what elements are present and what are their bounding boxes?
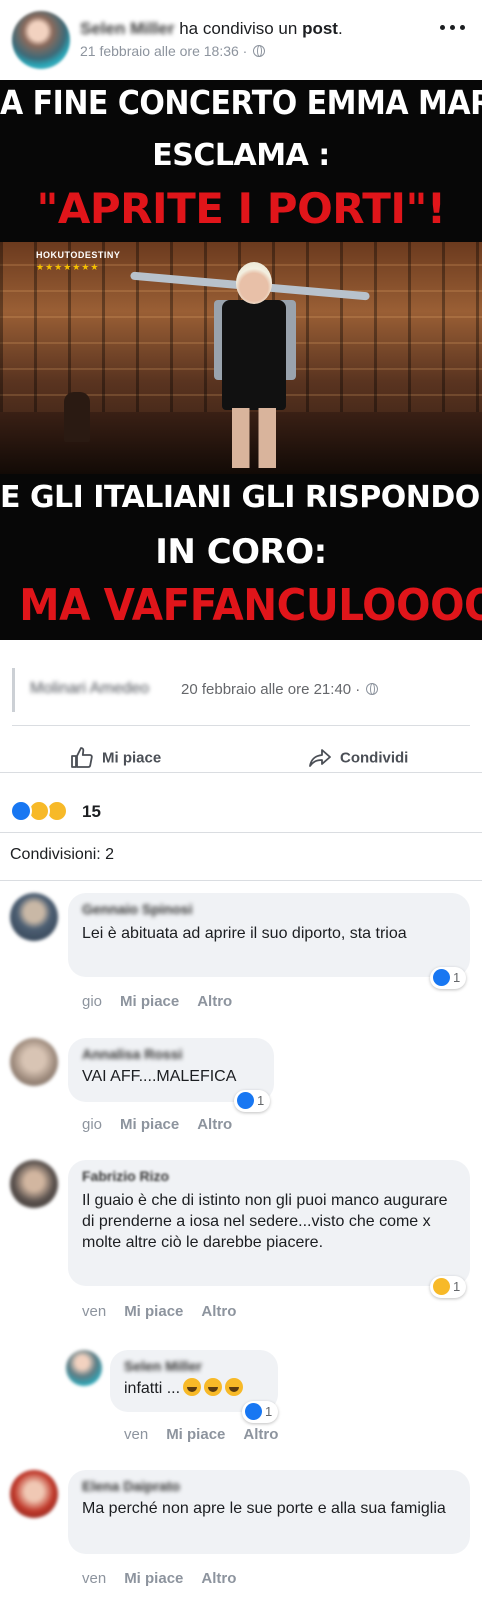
comment-reactions[interactable]: 1 — [430, 967, 467, 989]
reaction-count: 15 — [82, 802, 101, 821]
post-header-text: Selen Miller ha condiviso un post. — [80, 19, 343, 39]
comment-more-button[interactable]: Altro — [201, 1303, 236, 1320]
reply-like-button[interactable]: Mi piace — [166, 1426, 225, 1443]
divider — [0, 880, 482, 881]
comment-like-button[interactable]: Mi piace — [124, 1303, 183, 1320]
comment-like-button[interactable]: Mi piace — [120, 993, 179, 1010]
meme-bottom-line-2: IN CORO: — [155, 532, 327, 572]
divider — [12, 725, 470, 726]
replier-name[interactable]: Selen Miller — [124, 1358, 264, 1376]
reply-more-button[interactable]: Altro — [243, 1426, 278, 1443]
comment-actions: ven Mi piace Altro — [82, 1570, 236, 1587]
watermark-stars: ★★★★★★★ — [36, 262, 100, 272]
original-post-attribution: Molinari Amedeo 20 febbraio alle ore 21:… — [12, 668, 379, 712]
comment-text: VAI AFF....MALEFICA — [82, 1068, 237, 1085]
comment-actions: ven Mi piace Altro — [82, 1303, 236, 1320]
comment-more-button[interactable]: Altro — [197, 1116, 232, 1133]
divider — [0, 832, 482, 833]
comment-time[interactable]: gio — [82, 993, 102, 1010]
comment-reactions[interactable]: 1 — [234, 1090, 271, 1112]
reply-reaction-count: 1 — [265, 1404, 273, 1419]
commenter-name[interactable]: Annalisa Rossi — [82, 1046, 260, 1064]
watermark: HOKUTODESTINY — [36, 250, 121, 260]
reply-reactions[interactable]: 1 — [242, 1401, 279, 1423]
comment-actions: gio Mi piace Altro — [82, 993, 232, 1010]
original-author-name[interactable]: Molinari Amedeo — [30, 680, 149, 698]
commenter-name[interactable]: Fabrizio Rizo — [82, 1168, 456, 1186]
grinning-emoji-icon — [225, 1378, 244, 1396]
comment-text: Lei è abituata ad aprire il suo diporto,… — [82, 925, 407, 942]
meme-bottom-line-3: MA VAFFANCULOOOOO!!! — [19, 580, 482, 631]
like-icon — [237, 1092, 254, 1109]
thumbs-up-icon — [71, 747, 93, 768]
concert-photo: HOKUTODESTINY ★★★★★★★ — [0, 242, 482, 474]
haha-icon — [433, 1278, 450, 1295]
comment-text: Ma perché non apre le sue porte e alla s… — [82, 1500, 446, 1517]
post-link[interactable]: post — [302, 19, 338, 38]
timestamp-text: 21 febbraio alle ore 18:36 · — [80, 43, 252, 59]
reply-time[interactable]: ven — [124, 1426, 148, 1443]
reply-text: infatti ... — [124, 1378, 264, 1399]
globe-icon — [253, 45, 266, 57]
comment-reaction-count: 1 — [257, 1093, 265, 1108]
reply-actions: ven Mi piace Altro — [124, 1426, 278, 1443]
reply-avatar[interactable] — [66, 1350, 102, 1386]
singer-figure — [222, 300, 286, 410]
meme-top-line-2: ESCLAMA : — [152, 138, 330, 173]
post-header: Selen Miller ha condiviso un post. 21 fe… — [0, 0, 482, 80]
period: . — [337, 19, 343, 38]
commenter-name[interactable]: Gennaio Spinosi — [82, 901, 456, 919]
share-label: Condividi — [340, 749, 409, 767]
meme-top-line-3: "APRITE I PORTI"! — [36, 184, 446, 233]
comment-reaction-count: 1 — [453, 1279, 461, 1294]
comment-bubble: Fabrizio Rizo Il guaio è che di istinto … — [68, 1160, 470, 1286]
comment-more-button[interactable]: Altro — [201, 1570, 236, 1587]
avatar[interactable] — [12, 11, 70, 69]
comment-time[interactable]: gio — [82, 1116, 102, 1133]
like-icon — [10, 800, 32, 822]
comment-actions: gio Mi piace Altro — [82, 1116, 232, 1133]
comment-time[interactable]: ven — [82, 1570, 106, 1587]
meme-bottom-line-1: E GLI ITALIANI GLI RISPONDONO — [0, 480, 482, 515]
commenter-name[interactable]: Elena Daiprato — [82, 1478, 456, 1496]
comment-more-button[interactable]: Altro — [197, 993, 232, 1010]
comment-reactions[interactable]: 1 — [430, 1276, 467, 1298]
comment-like-button[interactable]: Mi piace — [120, 1116, 179, 1133]
share-arrow-icon — [309, 749, 331, 767]
comment-bubble: Gennaio Spinosi Lei è abituata ad aprire… — [68, 893, 470, 977]
grinning-emoji-icon — [183, 1378, 202, 1396]
like-label: Mi piace — [102, 749, 162, 767]
comment-text: Il guaio è che di istinto non gli puoi m… — [82, 1192, 448, 1251]
musician-figure — [64, 392, 90, 442]
more-options-icon[interactable] — [440, 22, 466, 32]
commenter-avatar[interactable] — [10, 1470, 58, 1518]
commenter-avatar[interactable] — [10, 893, 58, 941]
author-name[interactable]: Selen Miller — [80, 19, 174, 38]
original-timestamp-text: 20 febbraio alle ore 21:40 · — [181, 681, 365, 698]
original-post-timestamp[interactable]: 20 febbraio alle ore 21:40 · — [181, 681, 379, 698]
comment-reaction-count: 1 — [453, 970, 461, 985]
divider — [0, 772, 482, 773]
post-image[interactable]: A FINE CONCERTO EMMA MARRONE ESCLAMA : "… — [0, 80, 482, 640]
like-icon — [433, 969, 450, 986]
comment-like-button[interactable]: Mi piace — [124, 1570, 183, 1587]
like-icon — [245, 1403, 262, 1420]
post-timestamp[interactable]: 21 febbraio alle ore 18:36 · — [80, 43, 266, 59]
globe-icon — [366, 683, 379, 695]
grinning-emoji-icon — [204, 1378, 223, 1396]
commenter-avatar[interactable] — [10, 1038, 58, 1086]
comment-bubble: Elena Daiprato Ma perché non apre le sue… — [68, 1470, 470, 1554]
reply-text-content: infatti ... — [124, 1380, 181, 1397]
shares-count[interactable]: Condivisioni: 2 — [10, 846, 114, 864]
action-text: ha condiviso un — [174, 19, 303, 38]
comment-time[interactable]: ven — [82, 1303, 106, 1320]
meme-top-line-1: A FINE CONCERTO EMMA MARRONE — [0, 84, 482, 123]
commenter-avatar[interactable] — [10, 1160, 58, 1208]
